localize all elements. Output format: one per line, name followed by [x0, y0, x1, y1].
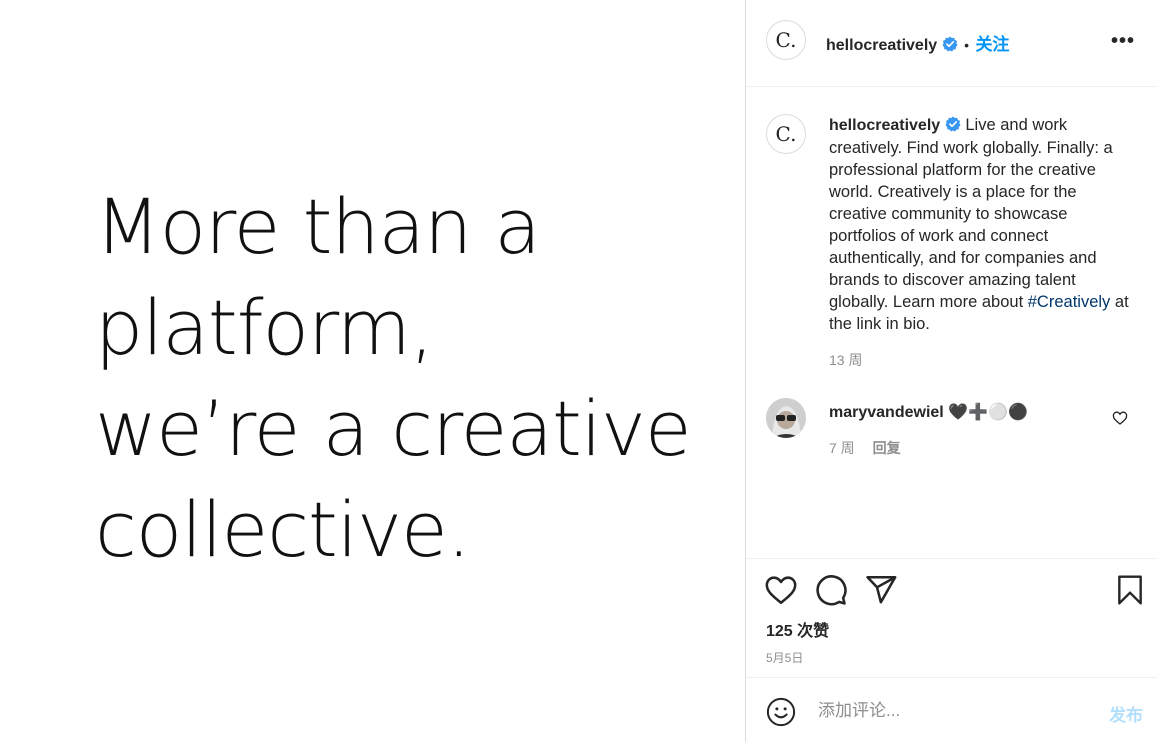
- media-line: More than a: [95, 182, 541, 271]
- media-line: we’re a creative: [95, 384, 692, 473]
- caption-avatar[interactable]: C.: [766, 114, 806, 154]
- comment-text: 🖤➕⚪⚫: [948, 404, 1028, 421]
- comment-meta: 7 周 回复: [829, 438, 901, 458]
- separator-dot: •: [964, 37, 969, 53]
- likes-count[interactable]: 125 次赞: [766, 617, 829, 641]
- commenter-avatar[interactable]: [766, 398, 806, 438]
- commenter-photo-icon: [766, 398, 806, 438]
- comment-body: maryvandewiel 🖤➕⚪⚫: [829, 402, 1028, 422]
- avatar-letter: C.: [775, 28, 797, 52]
- post-side-panel: C. hellocreatively • 关注 ••• C. hellocrea…: [745, 0, 1157, 742]
- media-headline: More than a platform, we’re a creative c…: [95, 176, 692, 580]
- post-media: More than a platform, we’re a creative c…: [0, 0, 745, 742]
- avatar[interactable]: C.: [766, 20, 806, 60]
- verified-badge-icon: [945, 116, 961, 132]
- more-options-icon[interactable]: •••: [1111, 30, 1135, 53]
- save-bookmark-icon[interactable]: [1114, 573, 1146, 607]
- caption-username[interactable]: hellocreatively: [829, 117, 940, 134]
- post-actions: 125 次赞 5月5日: [746, 558, 1157, 677]
- verified-badge-icon: [942, 36, 958, 52]
- reply-button[interactable]: 回复: [873, 440, 901, 456]
- comment-input[interactable]: [816, 700, 1090, 722]
- header-username[interactable]: hellocreatively: [826, 37, 937, 54]
- comment-like-icon[interactable]: [1112, 410, 1128, 426]
- caption: hellocreatively Live and work creatively…: [829, 114, 1134, 371]
- post-comment-button[interactable]: 发布: [1109, 701, 1143, 726]
- header-user-line: hellocreatively • 关注: [826, 30, 1009, 55]
- caption-text: Live and work creatively. Find work glob…: [829, 116, 1113, 311]
- like-heart-icon[interactable]: [764, 573, 798, 607]
- comment-bubble-icon[interactable]: [814, 573, 848, 607]
- post-header: C. hellocreatively • 关注 •••: [746, 0, 1157, 87]
- comment-timestamp[interactable]: 7 周: [829, 440, 855, 456]
- emoji-icon[interactable]: [766, 697, 796, 727]
- post-date[interactable]: 5月5日: [766, 649, 803, 666]
- comment-username[interactable]: maryvandewiel: [829, 404, 944, 421]
- follow-button[interactable]: 关注: [975, 35, 1009, 54]
- add-comment-bar: 发布: [746, 677, 1157, 743]
- caption-hashtag[interactable]: #Creatively: [1028, 293, 1111, 311]
- avatar-letter: C.: [775, 122, 797, 146]
- caption-timestamp[interactable]: 13 周: [829, 349, 1134, 371]
- media-line: collective.: [95, 485, 471, 574]
- media-line: platform,: [95, 283, 434, 372]
- share-send-icon[interactable]: [864, 573, 898, 607]
